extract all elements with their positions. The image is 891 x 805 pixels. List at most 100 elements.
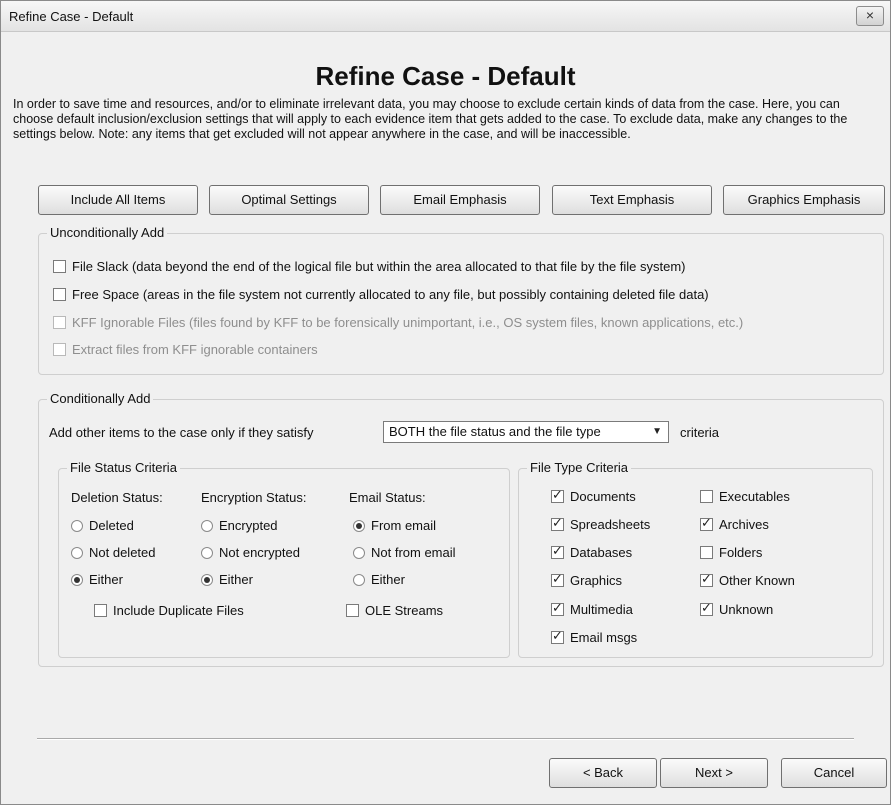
graphics-label: Graphics xyxy=(570,573,623,588)
deletion-not-deleted-option[interactable]: Not deleted xyxy=(71,545,156,560)
archives-option[interactable]: Archives xyxy=(700,516,769,532)
deletion-not-deleted-label: Not deleted xyxy=(89,545,156,560)
criteria-select-value: BOTH the file status and the file type xyxy=(389,424,601,439)
include-duplicates-checkbox[interactable] xyxy=(94,604,107,617)
encryption-not-encrypted-label: Not encrypted xyxy=(219,545,300,560)
deletion-deleted-radio[interactable] xyxy=(71,519,83,532)
databases-label: Databases xyxy=(570,545,633,560)
extract-kff-option: Extract files from KFF ignorable contain… xyxy=(53,342,318,357)
email-not-from-email-option[interactable]: Not from email xyxy=(353,545,456,560)
encryption-encrypted-option[interactable]: Encrypted xyxy=(201,518,278,533)
archives-label: Archives xyxy=(719,517,769,532)
email-from-email-radio[interactable] xyxy=(353,519,365,532)
file-type-label: File Type Criteria xyxy=(527,460,632,475)
email-from-email-option[interactable]: From email xyxy=(353,518,436,533)
encryption-not-encrypted-radio[interactable] xyxy=(201,546,213,559)
multimedia-option[interactable]: Multimedia xyxy=(551,601,633,617)
file-status-label: File Status Criteria xyxy=(67,460,180,475)
deletion-either-radio[interactable] xyxy=(71,573,83,586)
title-bar: Refine Case - Default × xyxy=(1,1,890,32)
email-msgs-label: Email msgs xyxy=(570,630,638,645)
free-space-option[interactable]: Free Space (areas in the file system not… xyxy=(53,287,709,302)
folders-option[interactable]: Folders xyxy=(700,545,762,560)
deletion-deleted-option[interactable]: Deleted xyxy=(71,518,134,533)
deletion-not-deleted-radio[interactable] xyxy=(71,546,83,559)
file-slack-checkbox[interactable] xyxy=(53,260,66,273)
spreadsheets-label: Spreadsheets xyxy=(570,517,651,532)
email-either-option[interactable]: Either xyxy=(353,572,405,587)
email-either-radio[interactable] xyxy=(353,573,365,586)
next-button[interactable]: Next > xyxy=(660,758,768,788)
deletion-either-option[interactable]: Either xyxy=(71,572,123,587)
multimedia-checkbox[interactable] xyxy=(551,601,564,616)
close-icon[interactable]: × xyxy=(856,6,884,26)
graphics-checkbox[interactable] xyxy=(551,572,564,587)
criteria-select[interactable]: BOTH the file status and the file type ▼ xyxy=(383,421,669,443)
executables-option[interactable]: Executables xyxy=(700,489,790,504)
executables-label: Executables xyxy=(719,489,790,504)
email-status-label: Email Status: xyxy=(349,490,426,505)
text-emphasis-button[interactable]: Text Emphasis xyxy=(552,185,712,215)
encryption-status-label: Encryption Status: xyxy=(201,490,307,505)
multimedia-label: Multimedia xyxy=(570,602,633,617)
graphics-option[interactable]: Graphics xyxy=(551,572,623,588)
deletion-either-label: Either xyxy=(89,572,123,587)
encryption-not-encrypted-option[interactable]: Not encrypted xyxy=(201,545,300,560)
email-msgs-option[interactable]: Email msgs xyxy=(551,629,638,645)
kff-ignorable-checkbox xyxy=(53,316,66,329)
optimal-settings-button[interactable]: Optimal Settings xyxy=(209,185,369,215)
include-duplicates-option[interactable]: Include Duplicate Files xyxy=(94,603,244,618)
other-known-option[interactable]: Other Known xyxy=(700,572,795,588)
chevron-down-icon[interactable]: ▼ xyxy=(652,422,662,442)
cancel-button[interactable]: Cancel xyxy=(781,758,887,788)
spreadsheets-option[interactable]: Spreadsheets xyxy=(551,516,651,532)
folders-checkbox[interactable] xyxy=(700,546,713,559)
deletion-deleted-label: Deleted xyxy=(89,518,134,533)
intro-text: In order to save time and resources, and… xyxy=(13,97,848,141)
documents-option[interactable]: Documents xyxy=(551,488,636,504)
ole-streams-option[interactable]: OLE Streams xyxy=(346,603,443,618)
free-space-label: Free Space (areas in the file system not… xyxy=(72,287,709,302)
documents-label: Documents xyxy=(570,489,636,504)
conditionally-add-label: Conditionally Add xyxy=(47,391,154,406)
databases-checkbox[interactable] xyxy=(551,544,564,559)
archives-checkbox[interactable] xyxy=(700,516,713,531)
file-slack-label: File Slack (data beyond the end of the l… xyxy=(72,259,686,274)
window-title: Refine Case - Default xyxy=(9,9,134,24)
executables-checkbox[interactable] xyxy=(700,490,713,503)
back-button[interactable]: < Back xyxy=(549,758,657,788)
ole-streams-label: OLE Streams xyxy=(365,603,444,618)
other-known-checkbox[interactable] xyxy=(700,572,713,587)
unknown-checkbox[interactable] xyxy=(700,601,713,616)
unknown-option[interactable]: Unknown xyxy=(700,601,774,617)
page-heading: Refine Case - Default xyxy=(315,61,576,91)
kff-ignorable-option: KFF Ignorable Files (files found by KFF … xyxy=(53,315,743,330)
unconditionally-add-label: Unconditionally Add xyxy=(47,225,168,240)
footer-divider xyxy=(37,738,854,740)
encryption-either-option[interactable]: Either xyxy=(201,572,253,587)
extract-kff-label: Extract files from KFF ignorable contain… xyxy=(72,342,318,357)
refine-case-dialog: Refine Case - Default × Refine Case - De… xyxy=(0,0,891,805)
encryption-encrypted-radio[interactable] xyxy=(201,519,213,532)
email-emphasis-button[interactable]: Email Emphasis xyxy=(380,185,540,215)
free-space-checkbox[interactable] xyxy=(53,288,66,301)
encryption-either-label: Either xyxy=(219,572,253,587)
encryption-encrypted-label: Encrypted xyxy=(219,518,278,533)
ole-streams-checkbox[interactable] xyxy=(346,604,359,617)
email-msgs-checkbox[interactable] xyxy=(551,629,564,644)
email-not-from-email-radio[interactable] xyxy=(353,546,365,559)
email-from-email-label: From email xyxy=(371,518,437,533)
file-slack-option[interactable]: File Slack (data beyond the end of the l… xyxy=(53,259,686,274)
databases-option[interactable]: Databases xyxy=(551,544,633,560)
spreadsheets-checkbox[interactable] xyxy=(551,516,564,531)
include-all-items-button[interactable]: Include All Items xyxy=(38,185,198,215)
graphics-emphasis-button[interactable]: Graphics Emphasis xyxy=(723,185,885,215)
criteria-prefix: Add other items to the case only if they… xyxy=(49,425,314,440)
deletion-status-label: Deletion Status: xyxy=(71,490,163,505)
encryption-either-radio[interactable] xyxy=(201,573,213,586)
unknown-label: Unknown xyxy=(719,602,774,617)
email-either-label: Either xyxy=(371,572,405,587)
documents-checkbox[interactable] xyxy=(551,488,564,503)
criteria-suffix: criteria xyxy=(680,425,720,440)
email-not-from-email-label: Not from email xyxy=(371,545,456,560)
